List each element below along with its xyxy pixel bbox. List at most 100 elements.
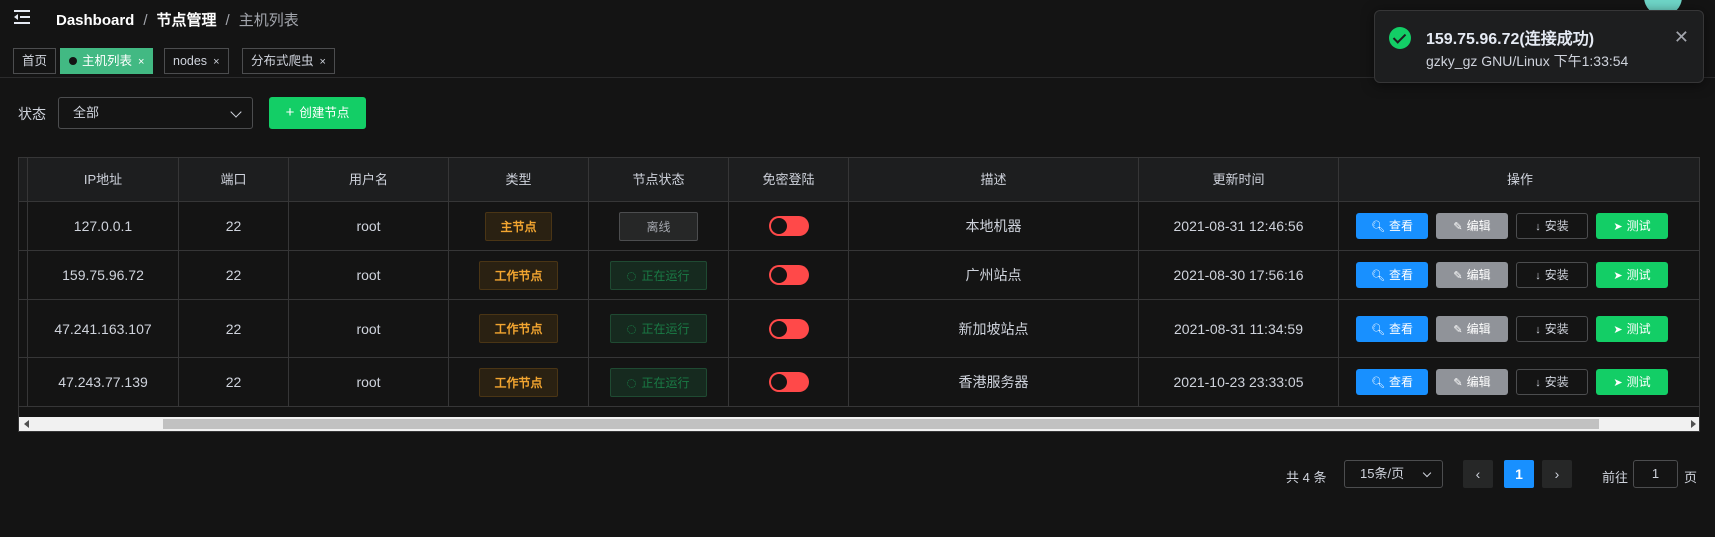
description-cell: 本地机器 — [965, 218, 1022, 234]
table-cell — [729, 251, 849, 299]
table-cell — [729, 300, 849, 357]
install-button[interactable]: ↓ 安装 — [1516, 369, 1588, 395]
install-button[interactable]: ↓ 安装 — [1516, 315, 1588, 342]
hamburger-menu-icon[interactable] — [14, 9, 32, 25]
username-cell: root — [356, 218, 381, 234]
view-button-label: 查看 — [1388, 321, 1413, 336]
updated-time-cell: 2021-08-31 11:34:59 — [1174, 320, 1303, 337]
test-button[interactable]: ➤ 测试 — [1596, 315, 1668, 342]
table-cell: 🔍︎ 查看 ✎ 编辑 ↓ 安装 ➤ 测试 — [1339, 202, 1699, 250]
table-cell: 2021-08-30 17:56:16 — [1139, 251, 1339, 299]
tag-nodes[interactable]: nodes × — [164, 48, 229, 74]
column-header-username: 用户名 — [289, 158, 449, 201]
tag-distributed-crawler[interactable]: 分布式爬虫 × — [242, 48, 335, 74]
active-dot-icon — [69, 57, 77, 65]
scroll-left-arrow-icon[interactable] — [24, 420, 29, 428]
view-button[interactable]: 🔍︎ 查看 — [1356, 213, 1428, 239]
scroll-right-arrow-icon[interactable] — [1691, 420, 1696, 428]
edit-button-label: 编辑 — [1466, 375, 1491, 389]
table-cell: 22 — [179, 251, 289, 299]
create-node-button[interactable]: + 创建节点 — [269, 97, 366, 129]
tag-home[interactable]: 首页 — [13, 48, 57, 74]
edit-pencil-icon: ✎ — [1453, 221, 1463, 233]
install-button-label: 安装 — [1544, 219, 1569, 233]
port-cell: 22 — [225, 267, 242, 283]
node-status-text: 正在运行 — [641, 375, 690, 390]
notification-title: 159.75.96.72(连接成功) — [1426, 31, 1595, 48]
breadcrumb-item-dashboard[interactable]: Dashboard — [56, 12, 134, 29]
node-type-badge: 主节点 — [485, 211, 552, 241]
table-cell: 工作节点 — [449, 300, 589, 357]
test-button-label: 测试 — [1626, 268, 1651, 282]
tag-host-list[interactable]: 主机列表 × — [60, 48, 154, 74]
close-icon[interactable]: × — [320, 56, 326, 68]
table-cell: 工作节点 — [449, 358, 589, 406]
test-button[interactable]: ➤ 测试 — [1596, 213, 1668, 239]
node-status-badge: 正在运行 — [610, 314, 707, 343]
description-cell: 香港服务器 — [958, 374, 1029, 390]
edit-button[interactable]: ✎ 编辑 — [1436, 369, 1508, 395]
switch-knob — [770, 218, 787, 234]
chevron-down-icon — [230, 106, 242, 118]
table-cell: 新加坡站点 — [849, 300, 1139, 357]
edit-pencil-icon: ✎ — [1453, 377, 1463, 389]
table-cell — [19, 251, 28, 299]
test-button[interactable]: ➤ 测试 — [1596, 262, 1668, 288]
passwordless-login-switch[interactable] — [768, 372, 809, 392]
pagination-total: 共 4 条 — [1286, 470, 1327, 485]
table-cell: 正在运行 — [589, 251, 729, 299]
table-cell: 2021-08-31 11:34:59 — [1139, 300, 1339, 357]
prev-page-button[interactable]: ‹ — [1463, 460, 1493, 488]
install-button[interactable]: ↓ 安装 — [1516, 213, 1588, 239]
table-row: 127.0.0.1 22 root 主节点 离线 本地机器 2021-08-31 12:46… — [19, 202, 1699, 251]
status-filter-select[interactable]: 全部 — [58, 97, 253, 129]
view-button[interactable]: 🔍︎ 查看 — [1356, 315, 1428, 342]
node-type-badge: 工作节点 — [479, 367, 558, 397]
page-number-1[interactable]: 1 — [1504, 460, 1534, 488]
edit-button[interactable]: ✎ 编辑 — [1436, 213, 1508, 239]
table-cell: 工作节点 — [449, 251, 589, 299]
table-cell: 47.241.163.107 — [28, 300, 179, 357]
test-button[interactable]: ➤ 测试 — [1596, 369, 1668, 395]
host-table: IP地址 端口 用户名 类型 节点状态 免密登陆 描述 更新时间 操作 127.… — [18, 157, 1700, 432]
table-cell: 正在运行 — [589, 358, 729, 406]
column-header-type: 类型 — [449, 158, 589, 201]
table-row: 47.243.77.139 22 root 工作节点 正在运行 香港服务器 2021-10-… — [19, 358, 1699, 407]
next-page-button[interactable]: › — [1542, 460, 1572, 488]
edit-button[interactable]: ✎ 编辑 — [1436, 262, 1508, 288]
column-header-ip: IP地址 — [28, 158, 179, 201]
edit-button-label: 编辑 — [1466, 219, 1491, 233]
close-icon[interactable]: × — [213, 56, 219, 68]
updated-time-cell: 2021-08-30 17:56:16 — [1173, 267, 1304, 283]
switch-knob — [770, 320, 787, 337]
table-row: 159.75.96.72 22 root 工作节点 正在运行 广州站点 2021-08-30… — [19, 251, 1699, 300]
edit-button[interactable]: ✎ 编辑 — [1436, 315, 1508, 342]
view-button[interactable]: 🔍︎ 查看 — [1356, 262, 1428, 288]
passwordless-login-switch[interactable] — [768, 216, 809, 236]
node-status-badge: 离线 — [619, 211, 698, 241]
search-icon: 🔍︎ — [1371, 270, 1385, 282]
scrollbar-thumb[interactable] — [163, 419, 1599, 429]
table-cell: 本地机器 — [849, 202, 1139, 250]
plus-icon: + — [285, 104, 295, 121]
goto-label: 前往 — [1602, 470, 1629, 485]
horizontal-scrollbar[interactable] — [19, 417, 1699, 431]
view-button[interactable]: 🔍︎ 查看 — [1356, 369, 1428, 395]
goto-page-input[interactable]: 1 — [1633, 460, 1678, 488]
description-cell: 广州站点 — [965, 267, 1022, 283]
passwordless-login-switch[interactable] — [768, 318, 809, 339]
close-icon[interactable]: × — [138, 56, 144, 68]
tag-label: nodes — [173, 54, 208, 68]
ip-cell: 127.0.0.1 — [73, 218, 133, 234]
table-cell: 22 — [179, 300, 289, 357]
port-cell: 22 — [225, 320, 242, 337]
breadcrumb-item-host-list: 主机列表 — [238, 12, 299, 29]
install-button[interactable]: ↓ 安装 — [1516, 262, 1588, 288]
download-arrow-icon: ↓ — [1535, 377, 1541, 389]
download-arrow-icon: ↓ — [1535, 221, 1541, 233]
passwordless-login-switch[interactable] — [768, 265, 809, 285]
page-size-select[interactable]: 15条/页 — [1344, 460, 1443, 488]
table-cell: 159.75.96.72 — [28, 251, 179, 299]
close-icon[interactable]: ✕ — [1674, 27, 1689, 48]
breadcrumb-item-node-management[interactable]: 节点管理 — [157, 12, 217, 29]
